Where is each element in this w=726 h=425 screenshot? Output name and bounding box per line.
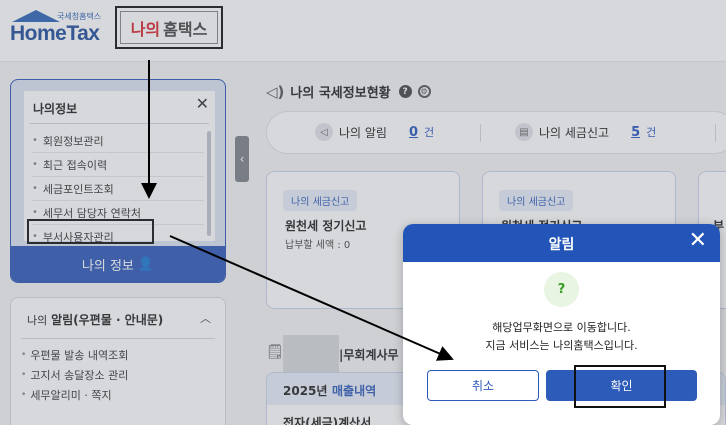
dialog-title: 알림 [548,237,575,253]
close-icon[interactable]: ✕ [689,230,707,252]
confirm-button-highlight [574,365,666,408]
dialog-message-line1: 해당업무화면으로 이동합니다. [492,321,631,334]
dialog-header: 알림 ✕ [403,224,720,262]
cancel-button[interactable]: 취소 [427,370,539,401]
alert-dialog: 알림 ✕ ? 해당업무화면으로 이동합니다. 지금 서비스는 나의홈택스입니다.… [403,224,720,425]
dialog-message-line2: 지금 서비스는 나의홈택스입니다. [485,339,638,352]
question-icon: ? [544,272,579,307]
